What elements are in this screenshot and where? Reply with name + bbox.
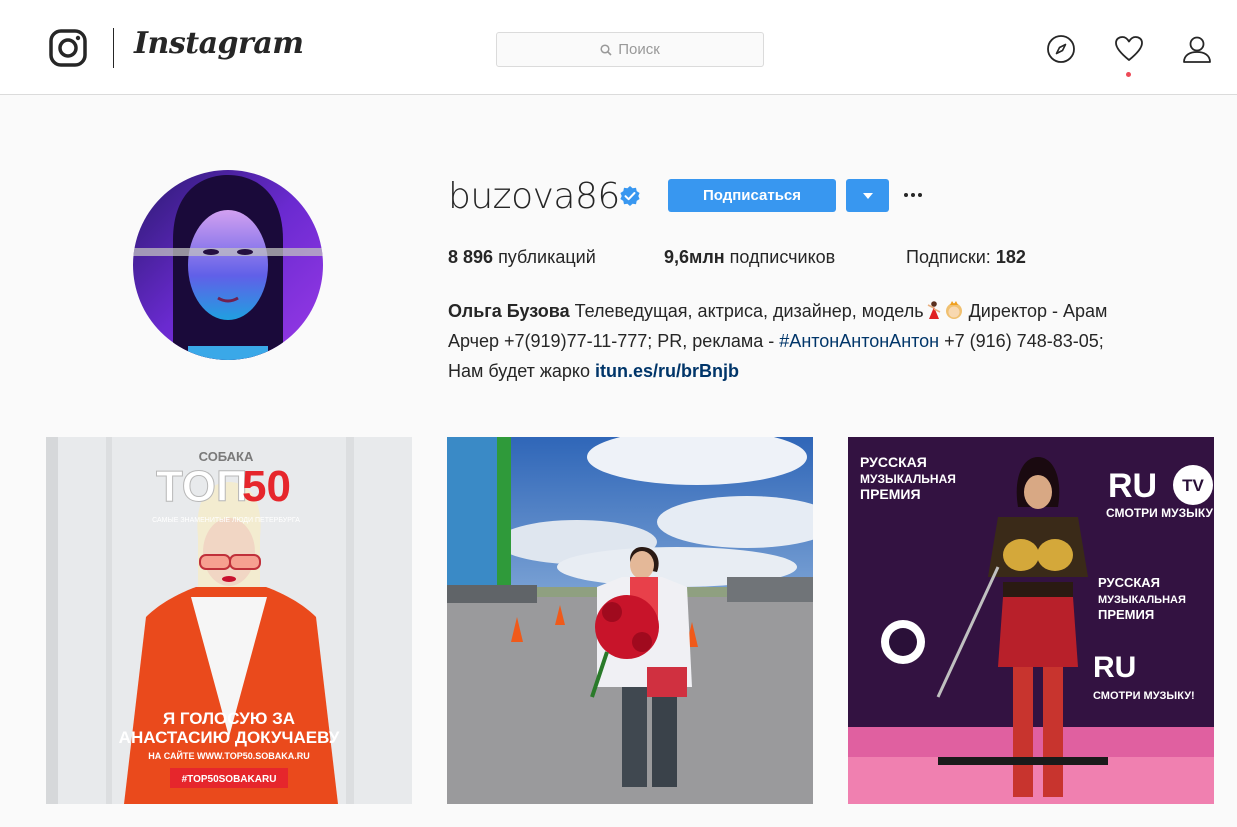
followers-count: 9,6млн bbox=[664, 247, 725, 267]
posts-label: публикаций bbox=[498, 247, 596, 267]
following-count: 182 bbox=[995, 247, 1026, 267]
follow-button[interactable]: Подписаться bbox=[668, 179, 836, 212]
bio-hashtag-link[interactable]: #АнтонАнтонАнтон bbox=[779, 331, 939, 351]
bio-line2-after: +7 (916) 748-83-05; bbox=[939, 331, 1104, 351]
post-thumbnail-3[interactable]: RU TV СМОТРИ МУЗЫКУ! РУССКАЯ МУЗЫКАЛЬНАЯ… bbox=[848, 437, 1214, 804]
instagram-camera-logo-icon[interactable] bbox=[48, 28, 88, 68]
post1-line1: Я ГОЛОСУЮ ЗА bbox=[163, 709, 295, 728]
post1-tagline: САМЫЕ ЗНАМЕНИТЫЕ ЛЮДИ ПЕТЕРБУРГА bbox=[152, 517, 300, 524]
activity-heart-icon[interactable] bbox=[1114, 34, 1144, 64]
search-placeholder: Поиск bbox=[618, 41, 660, 58]
post3-premia-right-1: РУССКАЯ bbox=[1098, 575, 1160, 590]
logo-divider bbox=[113, 28, 114, 68]
following-stat[interactable]: Подписки: 182 bbox=[906, 247, 1026, 268]
dancer-emoji-icon bbox=[927, 301, 940, 319]
post3-brand-lower: RU bbox=[1093, 651, 1136, 684]
post3-brand-tv: TV bbox=[1182, 476, 1204, 495]
suggestions-dropdown-button[interactable] bbox=[846, 179, 889, 212]
post1-line3: НА САЙТЕ WWW.TOP50.SOBAKA.RU bbox=[148, 750, 310, 761]
bio-line2-text: Арчер +7(919)77-11-777; PR, реклама - bbox=[448, 331, 780, 351]
post3-premia-1: РУССКАЯ bbox=[860, 454, 927, 470]
post3-slogan: СМОТРИ МУЗЫКУ! bbox=[1106, 506, 1214, 520]
explore-compass-icon[interactable] bbox=[1046, 34, 1076, 64]
post1-line2: АНАСТАСИЮ ДОКУЧАЕВУ bbox=[119, 728, 340, 747]
followers-label: подписчиков bbox=[729, 247, 836, 267]
caret-down-icon bbox=[862, 192, 873, 199]
bio-line1-text: Телеведущая, актриса, дизайнер, модель bbox=[569, 301, 924, 321]
post3-premia-3: ПРЕМИЯ bbox=[860, 486, 921, 502]
profile-bio: Ольга Бузова Телеведущая, актриса, дизай… bbox=[448, 296, 1188, 386]
post-thumbnail-1[interactable]: СОБАКА ТОП 50 САМЫЕ ЗНАМЕНИТЫЕ ЛЮДИ ПЕТЕ… bbox=[46, 437, 412, 804]
posts-count: 8 896 bbox=[448, 247, 494, 267]
profile-full-name: Ольга Бузова bbox=[448, 301, 570, 321]
notification-dot bbox=[1126, 72, 1131, 77]
following-label: Подписки: bbox=[906, 247, 991, 267]
search-input[interactable]: Поиск bbox=[496, 32, 764, 67]
bio-line1-after: Директор - Арам bbox=[963, 301, 1108, 321]
profile-avatar[interactable] bbox=[133, 170, 323, 360]
top-navigation-bar: Instagram Поиск bbox=[0, 0, 1237, 95]
bio-line3-text: Нам будет жарко bbox=[448, 361, 596, 381]
post3-premia-2: МУЗЫКАЛЬНАЯ bbox=[860, 472, 956, 486]
posts-stat: 8 896 публикаций bbox=[448, 247, 596, 268]
followers-stat[interactable]: 9,6млн подписчиков bbox=[664, 247, 835, 268]
post1-title-num: 50 bbox=[242, 462, 291, 511]
post3-slogan-lower: СМОТРИ МУЗЫКУ! bbox=[1093, 690, 1195, 702]
post-thumbnail-2[interactable] bbox=[447, 437, 813, 804]
post1-hashtag: #TOP50SOBAKARU bbox=[182, 774, 277, 785]
post3-premia-right-2: МУЗЫКАЛЬНАЯ bbox=[1098, 594, 1186, 606]
search-icon bbox=[600, 43, 612, 56]
more-options-icon[interactable] bbox=[900, 182, 926, 208]
verified-badge-icon bbox=[620, 186, 640, 206]
princess-emoji-icon bbox=[945, 301, 962, 319]
profile-user-icon[interactable] bbox=[1182, 34, 1212, 64]
post3-premia-right-3: ПРЕМИЯ bbox=[1098, 607, 1154, 622]
post1-title-top: ТОП bbox=[156, 462, 248, 511]
instagram-wordmark-logo[interactable]: Instagram bbox=[134, 26, 304, 61]
post3-brand: RU bbox=[1108, 467, 1157, 505]
bio-external-link[interactable]: itun.es/ru/brBnjb bbox=[595, 361, 739, 381]
post2-photo bbox=[447, 437, 813, 804]
profile-username: buzova86 bbox=[448, 176, 620, 217]
